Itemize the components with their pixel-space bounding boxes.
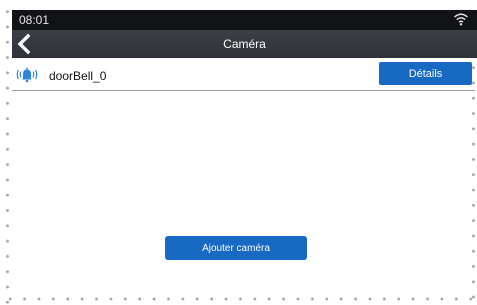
dotted-frame-bottom xyxy=(0,297,477,301)
details-button[interactable]: Détails xyxy=(379,62,472,85)
wifi-icon xyxy=(454,13,468,26)
nav-bar: Caméra xyxy=(12,30,477,58)
dotted-frame-right xyxy=(472,60,475,300)
device-name: doorBell_0 xyxy=(49,69,107,83)
dotted-frame-left xyxy=(6,0,9,305)
status-time: 08:01 xyxy=(19,13,50,27)
status-bar: 08:01 xyxy=(12,10,477,30)
page-title: Caméra xyxy=(223,37,266,51)
doorbell-icon xyxy=(16,67,38,83)
list-item: doorBell_0 Détails xyxy=(12,62,475,91)
add-camera-button[interactable]: Ajouter caméra xyxy=(165,236,307,260)
